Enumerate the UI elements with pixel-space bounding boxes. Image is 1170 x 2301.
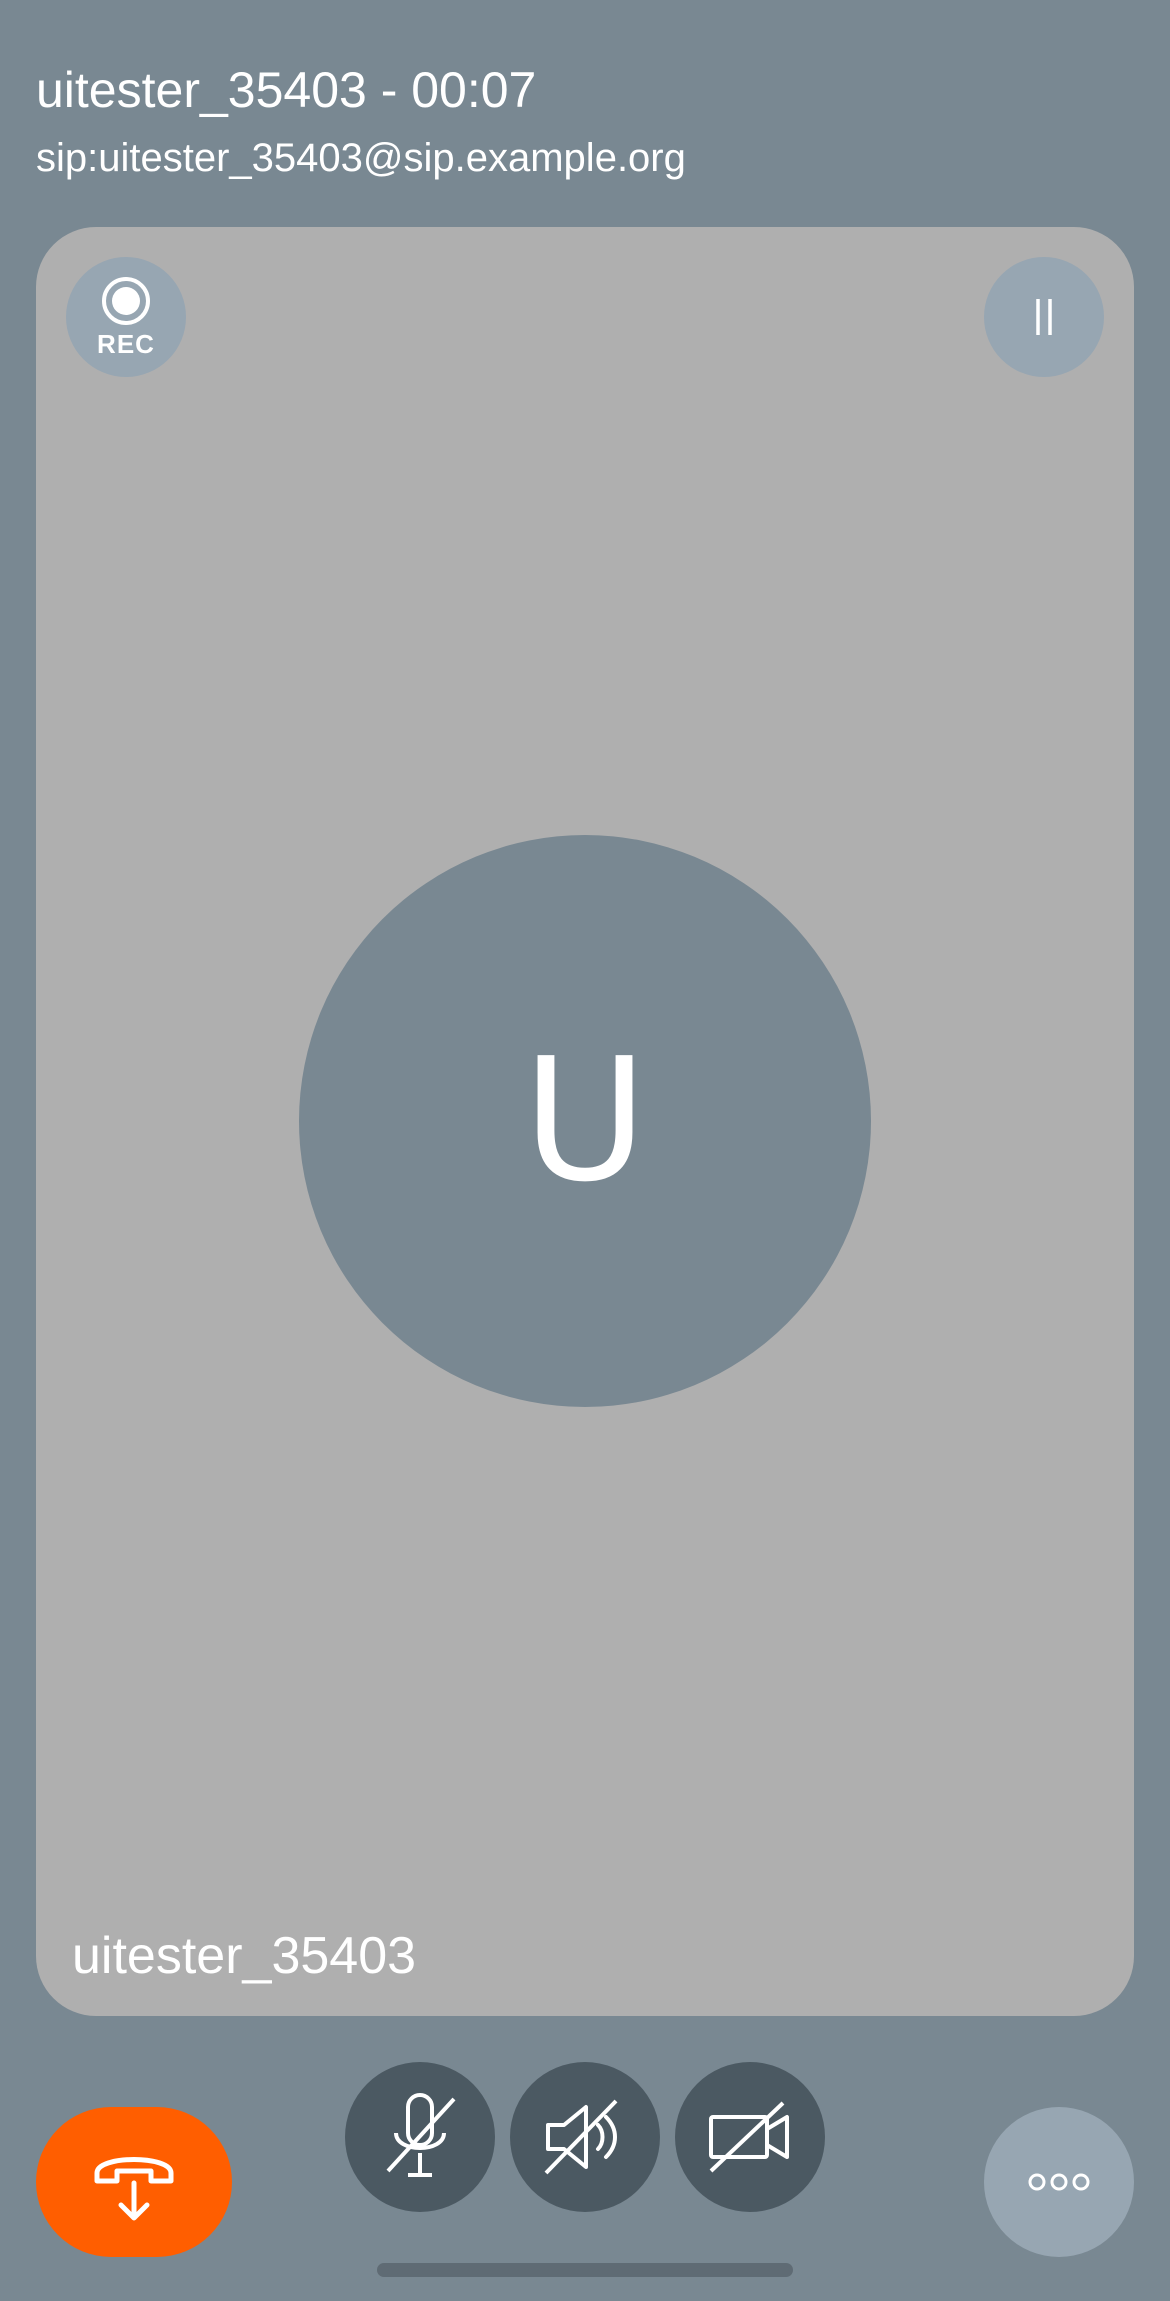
speaker-off-icon — [544, 2099, 618, 2175]
camera-off-icon — [709, 2101, 789, 2173]
more-options-icon — [1028, 2173, 1090, 2191]
microphone-toggle-button[interactable] — [345, 2062, 495, 2212]
more-options-button[interactable] — [984, 2107, 1134, 2257]
participant-name: uitester_35403 — [72, 1927, 417, 1985]
hangup-phone-icon — [94, 2157, 174, 2221]
record-icon — [102, 276, 150, 325]
pause-icon — [1036, 299, 1052, 335]
mic-off-icon — [386, 2093, 456, 2177]
call-address: sip:uitester_35403@sip.example.org — [36, 136, 686, 180]
call-header: uitester_35403 - 00:07 sip:uitester_3540… — [36, 60, 686, 182]
call-title: uitester_35403 - 00:07 — [36, 62, 537, 118]
record-label: REC — [97, 328, 155, 359]
hangup-button[interactable] — [36, 2107, 232, 2257]
record-button[interactable]: REC — [66, 257, 186, 377]
camera-toggle-button[interactable] — [675, 2062, 825, 2212]
avatar-initial: U — [522, 1022, 648, 1220]
pause-button[interactable] — [984, 257, 1104, 377]
home-indicator[interactable] — [377, 2263, 793, 2277]
remote-video-card: REC U uitester_35403 — [36, 227, 1134, 2016]
speaker-toggle-button[interactable] — [510, 2062, 660, 2212]
participant-avatar: U — [299, 835, 871, 1407]
